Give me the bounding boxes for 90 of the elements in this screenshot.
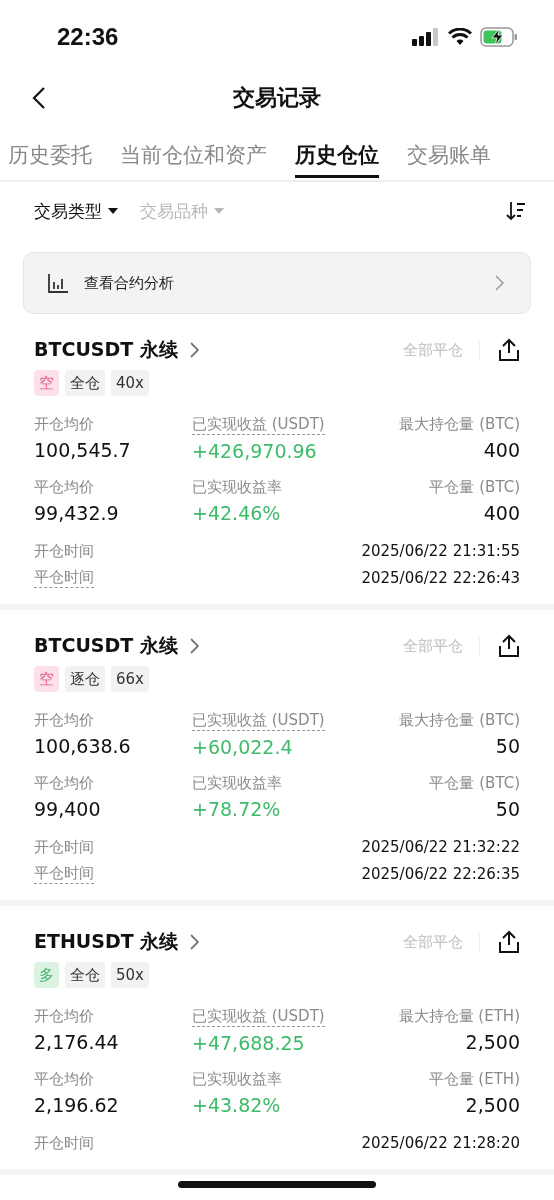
battery-charging-icon [480,27,518,47]
metric-label: 平仓量 (ETH) [428,1069,520,1089]
filter-dropdown[interactable]: 交易类型 [34,199,118,223]
time-value: 2025/06/22 21:31:55 [361,542,520,560]
side-tag: 空 [34,666,59,692]
metric-value: 2,196.62 [34,1093,119,1118]
share-button[interactable] [498,634,520,658]
bar-chart-icon [48,273,68,293]
chevron-right-icon [190,934,200,950]
chevron-right-icon [189,342,199,358]
metric-label: 平仓量 (BTC) [429,773,520,793]
page-title: 交易记录 [233,84,321,112]
time-value: 2025/06/22 21:28:20 [361,1134,520,1152]
tag: 逐仓 [65,666,105,692]
close-all-button[interactable]: 全部平仓 [403,340,463,360]
metric-value: 2,500 [465,1093,520,1118]
symbol-link[interactable]: BTCUSDT 永续 [34,337,199,363]
time-value: 2025/06/22 22:26:43 [361,568,520,587]
metric-value: 50 [495,734,520,759]
metric-value: 50 [495,797,520,822]
metric-label: 最大持仓量 (BTC) [399,710,520,730]
symbol-link[interactable]: BTCUSDT 永续 [34,633,199,659]
metric-value: +78.72% [192,797,281,822]
time-label: 开仓时间 [34,1133,94,1153]
metric-label: 开仓均价 [34,1006,94,1026]
share-button[interactable] [498,930,520,954]
share-icon [498,930,520,954]
tag: 全仓 [65,370,105,396]
metric-value: +43.82% [192,1093,281,1118]
time-label: 开仓时间 [34,837,94,857]
metric-label: 已实现收益 (USDT) [192,1006,325,1027]
time-label: 开仓时间 [34,541,94,561]
metric-value: 400 [483,501,520,526]
metric-value: 2,500 [465,1030,520,1055]
metric-label: 最大持仓量 (BTC) [399,414,520,434]
metric-value: 2,176.44 [34,1030,119,1055]
metric-value: +47,688.25 [192,1031,305,1056]
metric-label: 已实现收益 (USDT) [192,414,325,435]
tag: 66x [111,666,149,692]
metric-value: 100,638.6 [34,734,131,759]
back-icon [32,86,46,110]
metric-label: 平仓均价 [34,1069,94,1089]
sort-icon [506,201,526,221]
metric-label: 开仓均价 [34,414,94,434]
metric-value: 100,545.7 [34,438,131,463]
tab[interactable]: 历史委托 [8,134,92,178]
wifi-icon [448,28,472,46]
chevron-right-icon [495,275,504,291]
tag: 40x [111,370,149,396]
metric-label: 已实现收益率 [192,477,282,497]
time-value: 2025/06/22 22:26:35 [361,864,520,883]
chevron-right-icon [189,638,199,654]
metric-value: 99,400 [34,797,101,822]
share-icon [498,634,520,658]
tag: 全仓 [65,962,105,988]
metric-label: 已实现收益率 [192,773,282,793]
time-label: 平仓时间 [34,863,94,884]
symbol-link[interactable]: ETHUSDT 永续 [34,929,200,955]
metric-label: 开仓均价 [34,710,94,730]
clock-time: 22:36 [57,23,119,51]
metric-label: 平仓均价 [34,773,94,793]
metric-label: 已实现收益率 [192,1069,282,1089]
analysis-link[interactable]: 查看合约分析 [23,252,531,314]
side-tag: 多 [34,962,59,988]
signal-icon [412,28,440,46]
back-button[interactable] [32,86,46,110]
metric-label: 已实现收益 (USDT) [192,710,325,731]
time-label: 平仓时间 [34,567,94,588]
caret-icon [108,208,118,214]
metric-value: +42.46% [192,501,281,526]
metric-label: 平仓均价 [34,477,94,497]
metric-value: +60,022.4 [192,735,293,760]
time-value: 2025/06/22 21:32:22 [361,838,520,856]
share-icon [498,338,520,362]
sort-button[interactable] [506,201,526,221]
close-all-button[interactable]: 全部平仓 [403,636,463,656]
metric-value: 400 [483,438,520,463]
tab[interactable]: 交易账单 [407,134,491,178]
share-button[interactable] [498,338,520,362]
metric-label: 平仓量 (BTC) [429,477,520,497]
tab[interactable]: 历史仓位 [295,134,379,178]
caret-icon [214,208,224,214]
tag: 50x [111,962,149,988]
metric-value: 99,432.9 [34,501,119,526]
metric-value: +426,970.96 [192,439,317,464]
metric-label: 最大持仓量 (ETH) [398,1006,520,1026]
filter-dropdown[interactable]: 交易品种 [140,199,224,223]
tab[interactable]: 当前仓位和资产 [120,134,267,178]
close-all-button[interactable]: 全部平仓 [403,932,463,952]
side-tag: 空 [34,370,59,396]
